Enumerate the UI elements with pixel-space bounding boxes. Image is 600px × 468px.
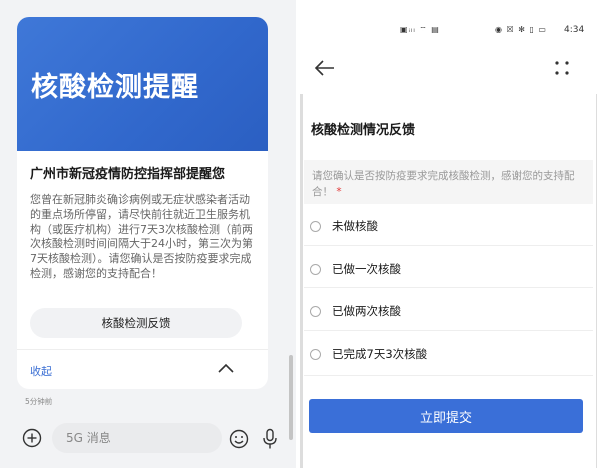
option-divider xyxy=(304,245,593,246)
chat-scrollbar[interactable] xyxy=(289,355,293,440)
status-system-indicators: ◉ ☒ ✻ ▯ ▭ xyxy=(495,25,547,34)
radio-button[interactable] xyxy=(310,220,321,232)
radio-button[interactable] xyxy=(310,348,321,360)
option-tested-twice[interactable]: 已做两次核酸 xyxy=(310,299,580,323)
emoji-icon[interactable] xyxy=(229,429,249,449)
feedback-button[interactable]: 核酸检测反馈 xyxy=(30,308,242,338)
status-time: 4:34 xyxy=(564,25,585,35)
reminder-banner: 核酸检测提醒 xyxy=(17,17,268,151)
plus-circle-icon[interactable] xyxy=(22,428,42,448)
card-divider xyxy=(17,349,268,350)
option-divider xyxy=(304,375,593,376)
option-not-tested[interactable]: 未做核酸 xyxy=(310,214,580,238)
option-label: 未做核酸 xyxy=(332,219,378,233)
option-label: 已做两次核酸 xyxy=(332,304,401,318)
reminder-card: 核酸检测提醒 广州市新冠疫情防控指挥部提醒您 您曾在新冠肺炎确诊病例或无症状感染… xyxy=(17,17,268,389)
radio-button[interactable] xyxy=(310,305,321,317)
option-completed-three[interactable]: 已完成7天3次核酸 xyxy=(310,342,580,366)
option-label: 已完成7天3次核酸 xyxy=(332,347,428,361)
chevron-up-icon[interactable] xyxy=(216,361,236,375)
collapse-link[interactable]: 收起 xyxy=(30,363,52,379)
option-label: 已做一次核酸 xyxy=(332,262,401,276)
message-timestamp: 5分钟前 xyxy=(25,397,53,406)
back-arrow-icon[interactable] xyxy=(314,59,336,77)
option-divider xyxy=(304,330,593,331)
radio-button[interactable] xyxy=(310,263,321,275)
card-heading: 广州市新冠疫情防控指挥部提醒您 xyxy=(30,167,226,182)
survey-screen: ▣ᵢₗₗ ⌔ ▤ ◉ ☒ ✻ ▯ ▭ 4:34 核酸检测情况反馈 请您确认是否按… xyxy=(300,0,600,468)
screenshot-root: 核酸检测提醒 广州市新冠疫情防控指挥部提醒您 您曾在新冠肺炎确诊病例或无症状感染… xyxy=(0,0,600,468)
chat-screen: 核酸检测提醒 广州市新冠疫情防控指挥部提醒您 您曾在新冠肺炎确诊病例或无症状感染… xyxy=(0,0,296,468)
status-bar: ▣ᵢₗₗ ⌔ ▤ ◉ ☒ ✻ ▯ ▭ 4:34 xyxy=(300,0,600,52)
more-icon[interactable] xyxy=(553,58,571,78)
message-input[interactable] xyxy=(52,423,222,453)
question-label: 请您确认是否按防疫要求完成核酸检测，感谢您的支持配合！ xyxy=(312,170,575,198)
banner-title: 核酸检测提醒 xyxy=(31,71,199,103)
card-body-text: 您曾在新冠肺炎确诊病例或无症状感染者活动的重点场所停留，请尽快前往就近卫生服务机… xyxy=(30,193,253,280)
status-network-indicators: ▣ᵢₗₗ ⌔ ▤ xyxy=(400,25,440,34)
form-title: 核酸检测情况反馈 xyxy=(311,123,416,138)
option-divider xyxy=(304,287,593,288)
required-mark: * xyxy=(336,186,342,198)
option-tested-once[interactable]: 已做一次核酸 xyxy=(310,257,580,281)
submit-button[interactable]: 立即提交 xyxy=(309,399,583,433)
microphone-icon[interactable] xyxy=(262,428,278,450)
question-text: 请您确认是否按防疫要求完成核酸检测，感谢您的支持配合！ * xyxy=(312,168,588,200)
